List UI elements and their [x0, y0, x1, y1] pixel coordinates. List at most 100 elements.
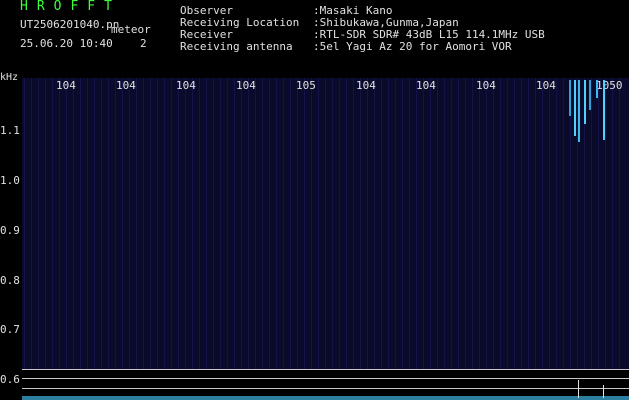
waterfall-stripe: [206, 78, 207, 369]
waterfall-stripe: [570, 78, 571, 369]
waterfall-stripe: [542, 78, 543, 369]
waterfall-stripe: [458, 78, 459, 369]
waterfall-stripe: [402, 78, 403, 369]
waterfall-stripe: [465, 78, 466, 369]
waterfall-stripe: [24, 78, 25, 369]
waterfall-stripe: [346, 78, 347, 369]
waterfall-stripe: [318, 78, 319, 369]
antenna-value: :5el Yagi Az 20 for Aomori VOR: [313, 40, 512, 53]
waterfall-stripe: [87, 78, 88, 369]
waterfall-stripe: [38, 78, 39, 369]
waterfall-stripe: [591, 78, 592, 369]
waterfall-stripe: [479, 78, 480, 369]
waterfall-stripe: [283, 78, 284, 369]
y-tick-label: 0.6: [0, 373, 20, 386]
waterfall-stripe: [556, 78, 557, 369]
waterfall-stripe: [129, 78, 130, 369]
x-tick-label: 104: [536, 79, 556, 92]
waterfall-stripe: [563, 78, 564, 369]
waterfall-stripe: [213, 78, 214, 369]
capture-datetime: 25.06.20 10:40: [20, 37, 113, 50]
waterfall-stripe: [269, 78, 270, 369]
waterfall-stripe: [31, 78, 32, 369]
x-tick-label: 104: [56, 79, 76, 92]
unit-label: kHz: [0, 72, 19, 83]
meteor-echo: [584, 80, 586, 124]
x-tick-label: 1050: [596, 79, 623, 92]
detection-count: 2: [140, 37, 147, 50]
waterfall-stripe: [528, 78, 529, 369]
meteor-echo: [589, 80, 591, 110]
waterfall-stripe: [423, 78, 424, 369]
waterfall-stripe: [178, 78, 179, 369]
waterfall-stripe: [276, 78, 277, 369]
waterfall-stripe: [255, 78, 256, 369]
waterfall-stripe: [535, 78, 536, 369]
waterfall-stripe: [185, 78, 186, 369]
header-panel: HROFFT UT2506201040.pn meteor 25.06.20 1…: [0, 0, 629, 78]
divider-line: [22, 369, 629, 370]
waterfall-stripe: [325, 78, 326, 369]
waterfall-stripe: [101, 78, 102, 369]
waterfall-stripe: [332, 78, 333, 369]
waterfall-stripe: [199, 78, 200, 369]
waterfall-stripe: [374, 78, 375, 369]
waterfall-stripe: [227, 78, 228, 369]
waterfall-stripe: [549, 78, 550, 369]
y-tick-label: 0.9: [0, 224, 20, 237]
waterfall-stripe: [521, 78, 522, 369]
waterfall-stripe: [437, 78, 438, 369]
waterfall-stripe: [444, 78, 445, 369]
x-tick-label: 104: [116, 79, 136, 92]
waterfall-stripe: [612, 78, 613, 369]
waterfall-stripe: [262, 78, 263, 369]
waterfall-stripe: [486, 78, 487, 369]
waterfall-stripe: [605, 78, 606, 369]
waterfall-stripe: [472, 78, 473, 369]
waterfall-stripe: [451, 78, 452, 369]
waterfall-stripe: [311, 78, 312, 369]
waterfall-stripe: [192, 78, 193, 369]
waterfall-stripe: [115, 78, 116, 369]
waterfall-stripe: [80, 78, 81, 369]
meteor-spike: [603, 385, 604, 398]
waterfall-stripe: [514, 78, 515, 369]
waterfall-stripe: [381, 78, 382, 369]
waterfall-stripe: [164, 78, 165, 369]
waterfall-stripe: [143, 78, 144, 369]
waterfall-stripe: [367, 78, 368, 369]
waterfall-stripe: [94, 78, 95, 369]
waterfall-stripe: [52, 78, 53, 369]
x-tick-label: 104: [416, 79, 436, 92]
waterfall-stripe: [388, 78, 389, 369]
meteor-echo: [603, 80, 605, 140]
waterfall-stripe: [171, 78, 172, 369]
waterfall-stripe: [248, 78, 249, 369]
waterfall-stripe: [290, 78, 291, 369]
waterfall-stripe: [304, 78, 305, 369]
waterfall-stripe: [234, 78, 235, 369]
waterfall-stripe: [416, 78, 417, 369]
waterfall-stripe: [73, 78, 74, 369]
y-tick-label: 0.8: [0, 274, 20, 287]
noise-floor: [22, 396, 629, 400]
waterfall-stripe: [409, 78, 410, 369]
meteor-spike: [578, 380, 579, 398]
waterfall-stripe: [430, 78, 431, 369]
waterfall-stripe: [507, 78, 508, 369]
antenna-row: Receiving antenna :5el Yagi Az 20 for Aom…: [180, 40, 512, 53]
waterfall-stripe: [493, 78, 494, 369]
y-tick-label: 0.7: [0, 323, 20, 336]
x-tick-label: 104: [176, 79, 196, 92]
waterfall-stripe: [353, 78, 354, 369]
waterfall-stripe: [500, 78, 501, 369]
app-title: HROFFT: [20, 0, 121, 14]
waterfall-stripe: [395, 78, 396, 369]
waterfall-stripe: [66, 78, 67, 369]
waterfall-stripe: [108, 78, 109, 369]
waterfall-stripe: [297, 78, 298, 369]
antenna-label: Receiving antenna: [180, 40, 293, 53]
x-tick-label: 104: [476, 79, 496, 92]
x-tick-label: 104: [356, 79, 376, 92]
waterfall-stripe: [150, 78, 151, 369]
